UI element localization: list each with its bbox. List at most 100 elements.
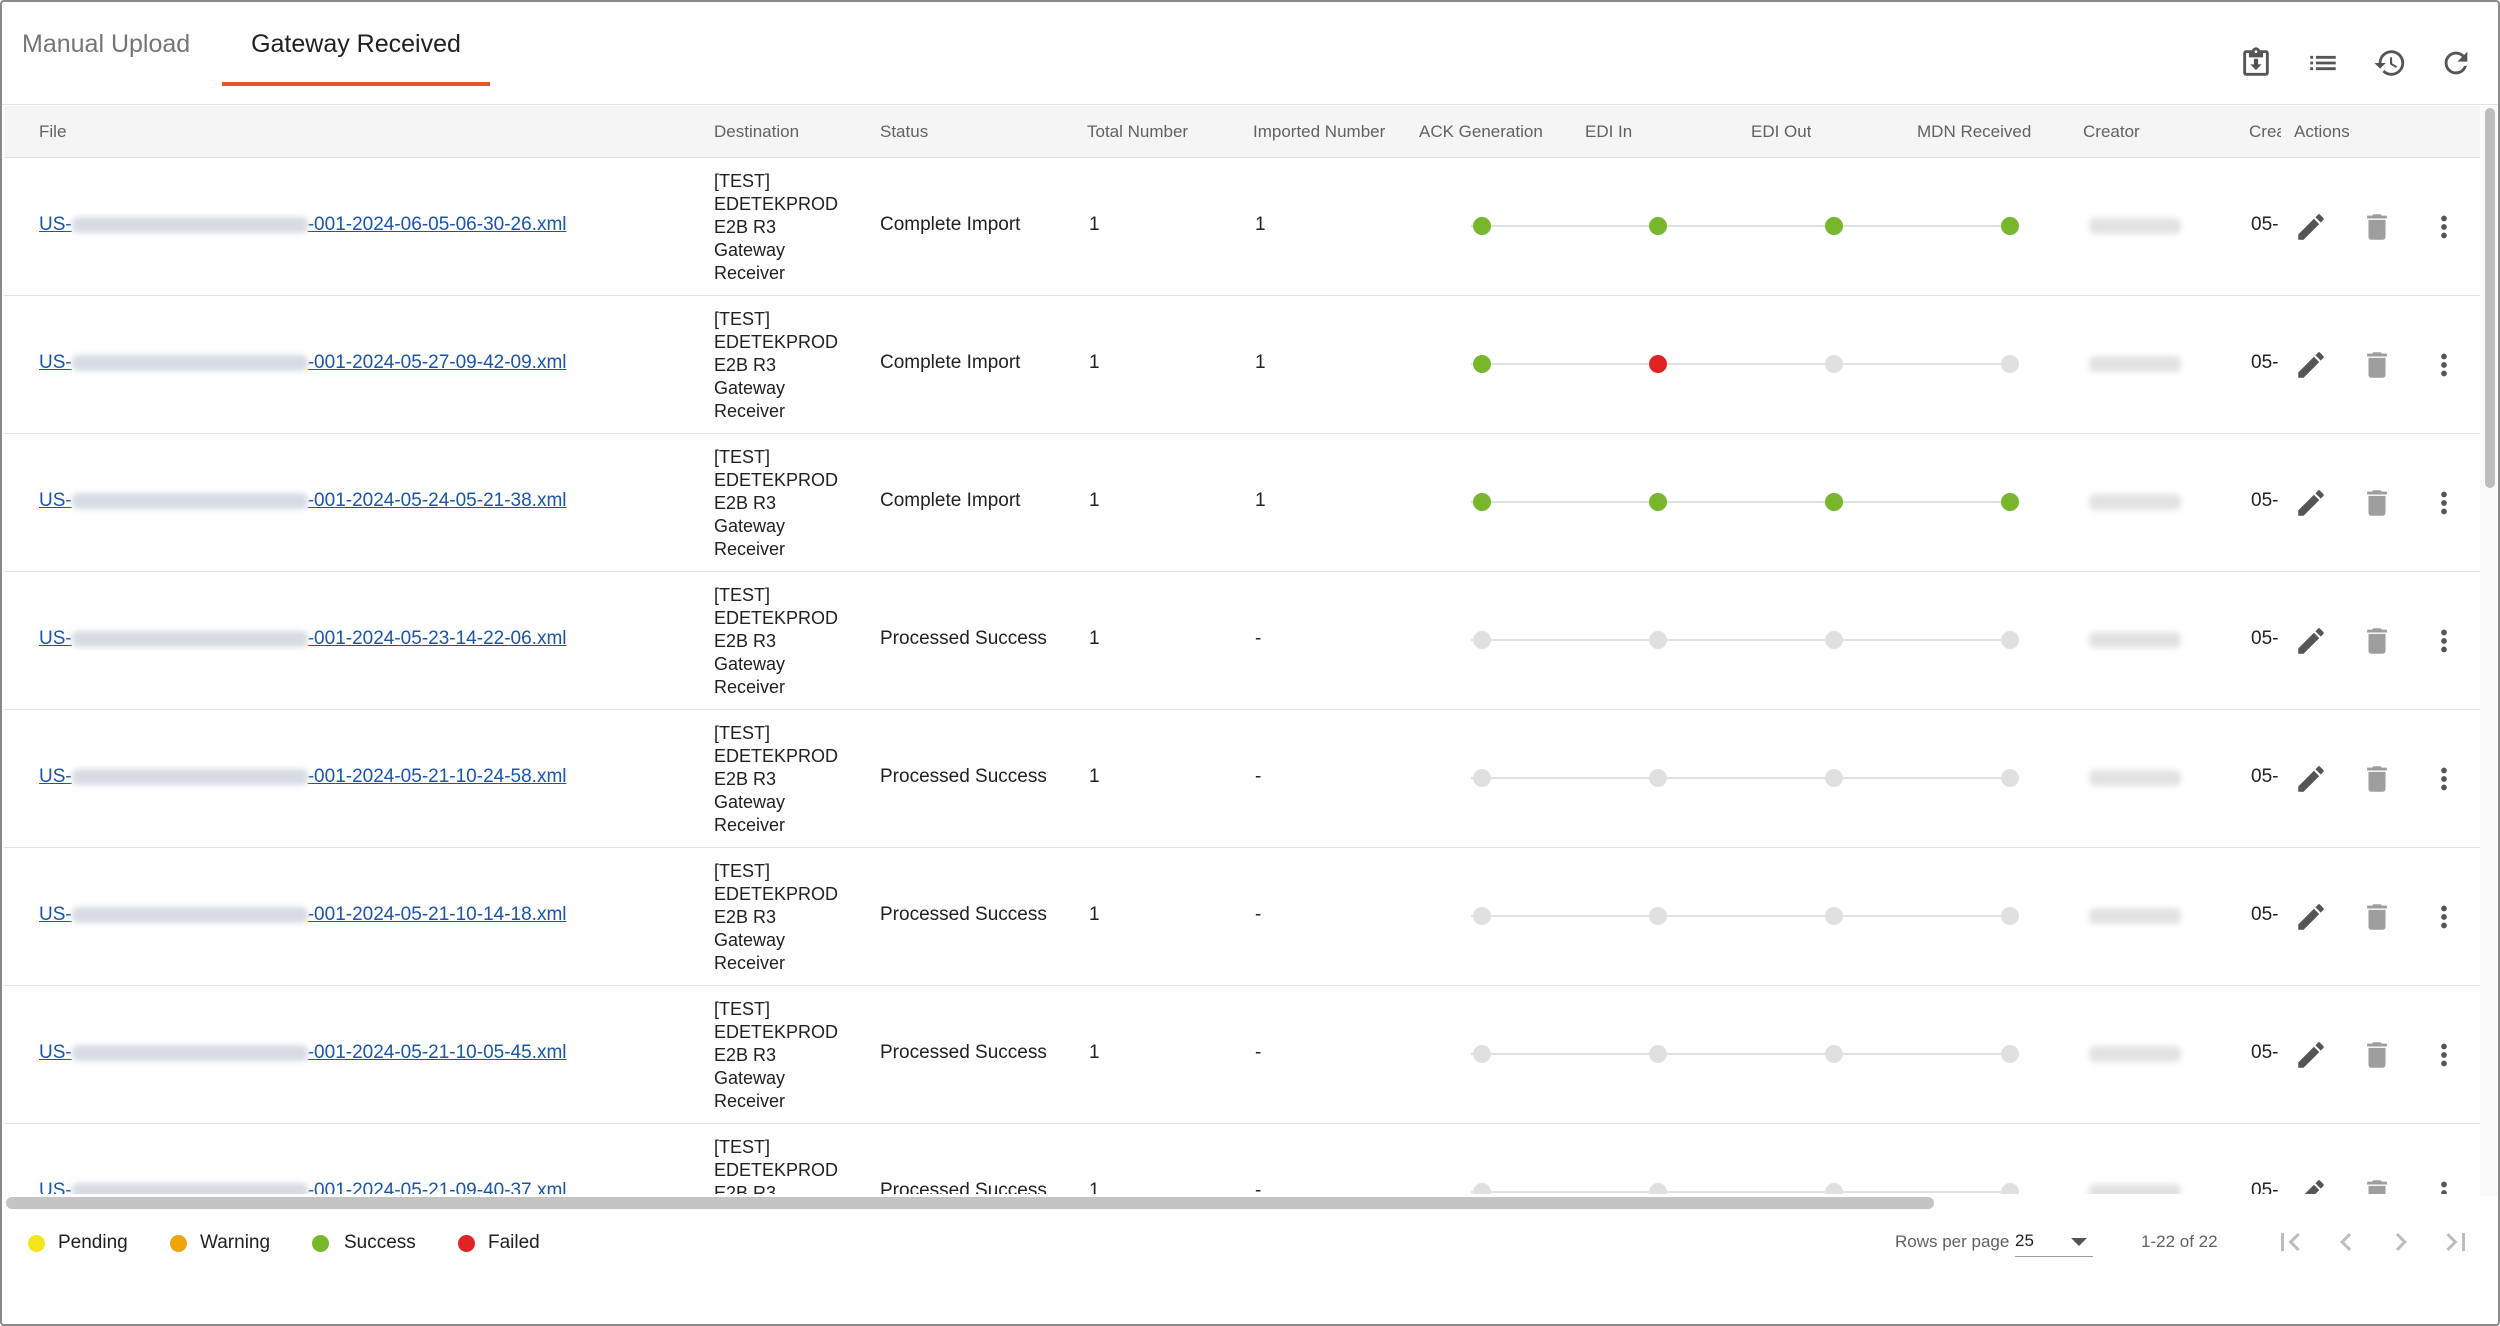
edi-out-status-dot [1825,769,1843,787]
table-row[interactable]: US- -001-2024-05-21-10-24-58.xml [TEST] E… [4,710,2480,848]
file-link-prefix[interactable]: US- [39,490,72,511]
file-link[interactable]: US- -001-2024-05-21-10-05-45.xml [39,1042,567,1064]
file-link-prefix[interactable]: US- [39,1042,72,1063]
table-row[interactable]: US- -001-2024-05-23-14-22-06.xml [TEST] E… [4,572,2480,710]
edit-icon[interactable] [2294,624,2328,658]
more-options-icon[interactable] [2427,900,2461,934]
delete-icon[interactable] [2360,624,2394,658]
table-row[interactable]: US- -001-2024-05-24-05-21-38.xml [TEST] E… [4,434,2480,572]
file-link-suffix[interactable]: -001-2024-05-23-14-22-06.xml [308,628,567,649]
destination-cell: [TEST] EDETEKPROD E2B R3 Gateway Receive… [714,309,839,421]
more-options-icon[interactable] [2427,348,2461,382]
horizontal-scrollbar[interactable] [4,1194,2480,1210]
file-link[interactable]: US- -001-2024-06-05-06-30-26.xml [39,214,567,236]
tab-gateway-received[interactable]: Gateway Received [222,30,490,59]
file-link-suffix[interactable]: -001-2024-06-05-06-30-26.xml [308,214,567,235]
file-link-prefix[interactable]: US- [39,628,72,649]
edit-icon[interactable] [2294,1038,2328,1072]
tab-manual-upload[interactable]: Manual Upload [22,30,192,59]
table-row[interactable]: US- -001-2024-06-05-06-30-26.xml [TEST] E… [4,158,2480,296]
more-options-icon[interactable] [2427,1038,2461,1072]
file-link-suffix[interactable]: -001-2024-05-21-10-05-45.xml [308,1042,567,1063]
table-row[interactable]: US- -001-2024-05-21-10-14-18.xml [TEST] E… [4,848,2480,986]
file-link-suffix[interactable]: -001-2024-05-27-09-42-09.xml [308,352,567,373]
column-edi-in[interactable]: EDI In [1585,122,1632,142]
refresh-icon[interactable] [2439,46,2473,80]
file-link[interactable]: US- -001-2024-05-24-05-21-38.xml [39,490,567,512]
file-link-suffix[interactable]: -001-2024-05-24-05-21-38.xml [308,490,567,511]
ack-status-dot [1473,631,1491,649]
file-link-prefix[interactable]: US- [39,904,72,925]
column-ack-generation[interactable]: ACK Generation [1419,122,1543,142]
mdn-status-dot [2001,769,2019,787]
created-cell: 05- [2251,628,2279,649]
delete-icon[interactable] [2360,210,2394,244]
file-link[interactable]: US- -001-2024-05-27-09-42-09.xml [39,352,567,374]
horizontal-scrollbar-thumb[interactable] [6,1197,1934,1209]
edi-in-status-dot [1649,355,1667,373]
last-page-icon[interactable] [2438,1224,2474,1260]
stage-track [1471,1191,2001,1193]
imported-number-cell: 1 [1255,214,1266,235]
vertical-scrollbar-thumb[interactable] [2485,108,2495,488]
mdn-status-dot [2001,217,2019,235]
column-destination[interactable]: Destination [714,122,799,142]
delete-icon[interactable] [2360,762,2394,796]
column-mdn-received[interactable]: MDN Received [1917,122,2031,142]
edi-out-status-dot [1825,631,1843,649]
redacted-filename [71,630,308,647]
file-link-suffix[interactable]: -001-2024-05-21-10-14-18.xml [308,904,567,925]
edi-in-status-dot [1649,631,1667,649]
clipboard-download-icon[interactable] [2239,46,2273,80]
redacted-filename [71,216,308,233]
vertical-scrollbar[interactable] [2480,106,2498,1196]
status-cell: Processed Success [880,904,1047,925]
next-page-icon[interactable] [2383,1224,2419,1260]
mdn-status-dot [2001,1045,2019,1063]
table-row[interactable]: US- -001-2024-05-21-10-05-45.xml [TEST] E… [4,986,2480,1124]
destination-cell: [TEST] EDETEKPROD E2B R3 Gateway Receive… [714,861,839,973]
edit-icon[interactable] [2294,348,2328,382]
ack-status-dot [1473,355,1491,373]
column-file[interactable]: File [39,122,66,142]
file-link-prefix[interactable]: US- [39,352,72,373]
file-link[interactable]: US- -001-2024-05-23-14-22-06.xml [39,628,567,650]
mdn-status-dot [2001,493,2019,511]
file-link-prefix[interactable]: US- [39,214,72,235]
column-status[interactable]: Status [880,122,928,142]
column-imported-number[interactable]: Imported Number [1253,122,1385,142]
edit-icon[interactable] [2294,210,2328,244]
delete-icon[interactable] [2360,348,2394,382]
active-tab-indicator [222,82,490,86]
edi-in-status-dot [1649,907,1667,925]
first-page-icon[interactable] [2272,1224,2308,1260]
delete-icon[interactable] [2360,486,2394,520]
column-edi-out[interactable]: EDI Out [1751,122,1811,142]
previous-page-icon[interactable] [2328,1224,2364,1260]
file-link-prefix[interactable]: US- [39,766,72,787]
stage-track [1471,225,2001,227]
table-row[interactable]: US- -001-2024-05-27-09-42-09.xml [TEST] E… [4,296,2480,434]
list-icon[interactable] [2306,46,2340,80]
more-options-icon[interactable] [2427,762,2461,796]
edit-icon[interactable] [2294,762,2328,796]
rows-per-page-select[interactable]: 25 [2015,1227,2093,1257]
mdn-status-dot [2001,907,2019,925]
column-total-number[interactable]: Total Number [1087,122,1188,142]
edit-icon[interactable] [2294,486,2328,520]
more-options-icon[interactable] [2427,210,2461,244]
file-link[interactable]: US- -001-2024-05-21-10-24-58.xml [39,766,567,788]
more-options-icon[interactable] [2427,624,2461,658]
delete-icon[interactable] [2360,900,2394,934]
imported-number-cell: 1 [1255,352,1266,373]
more-options-icon[interactable] [2427,486,2461,520]
edit-icon[interactable] [2294,900,2328,934]
status-cell: Processed Success [880,766,1047,787]
delete-icon[interactable] [2360,1038,2394,1072]
file-link-suffix[interactable]: -001-2024-05-21-10-24-58.xml [308,766,567,787]
column-creator[interactable]: Creator [2083,122,2140,142]
history-icon[interactable] [2373,46,2407,80]
column-created[interactable]: Crea [2249,122,2281,142]
file-link[interactable]: US- -001-2024-05-21-10-14-18.xml [39,904,567,926]
table-header: File Destination Status Total Number Imp… [4,106,2480,158]
